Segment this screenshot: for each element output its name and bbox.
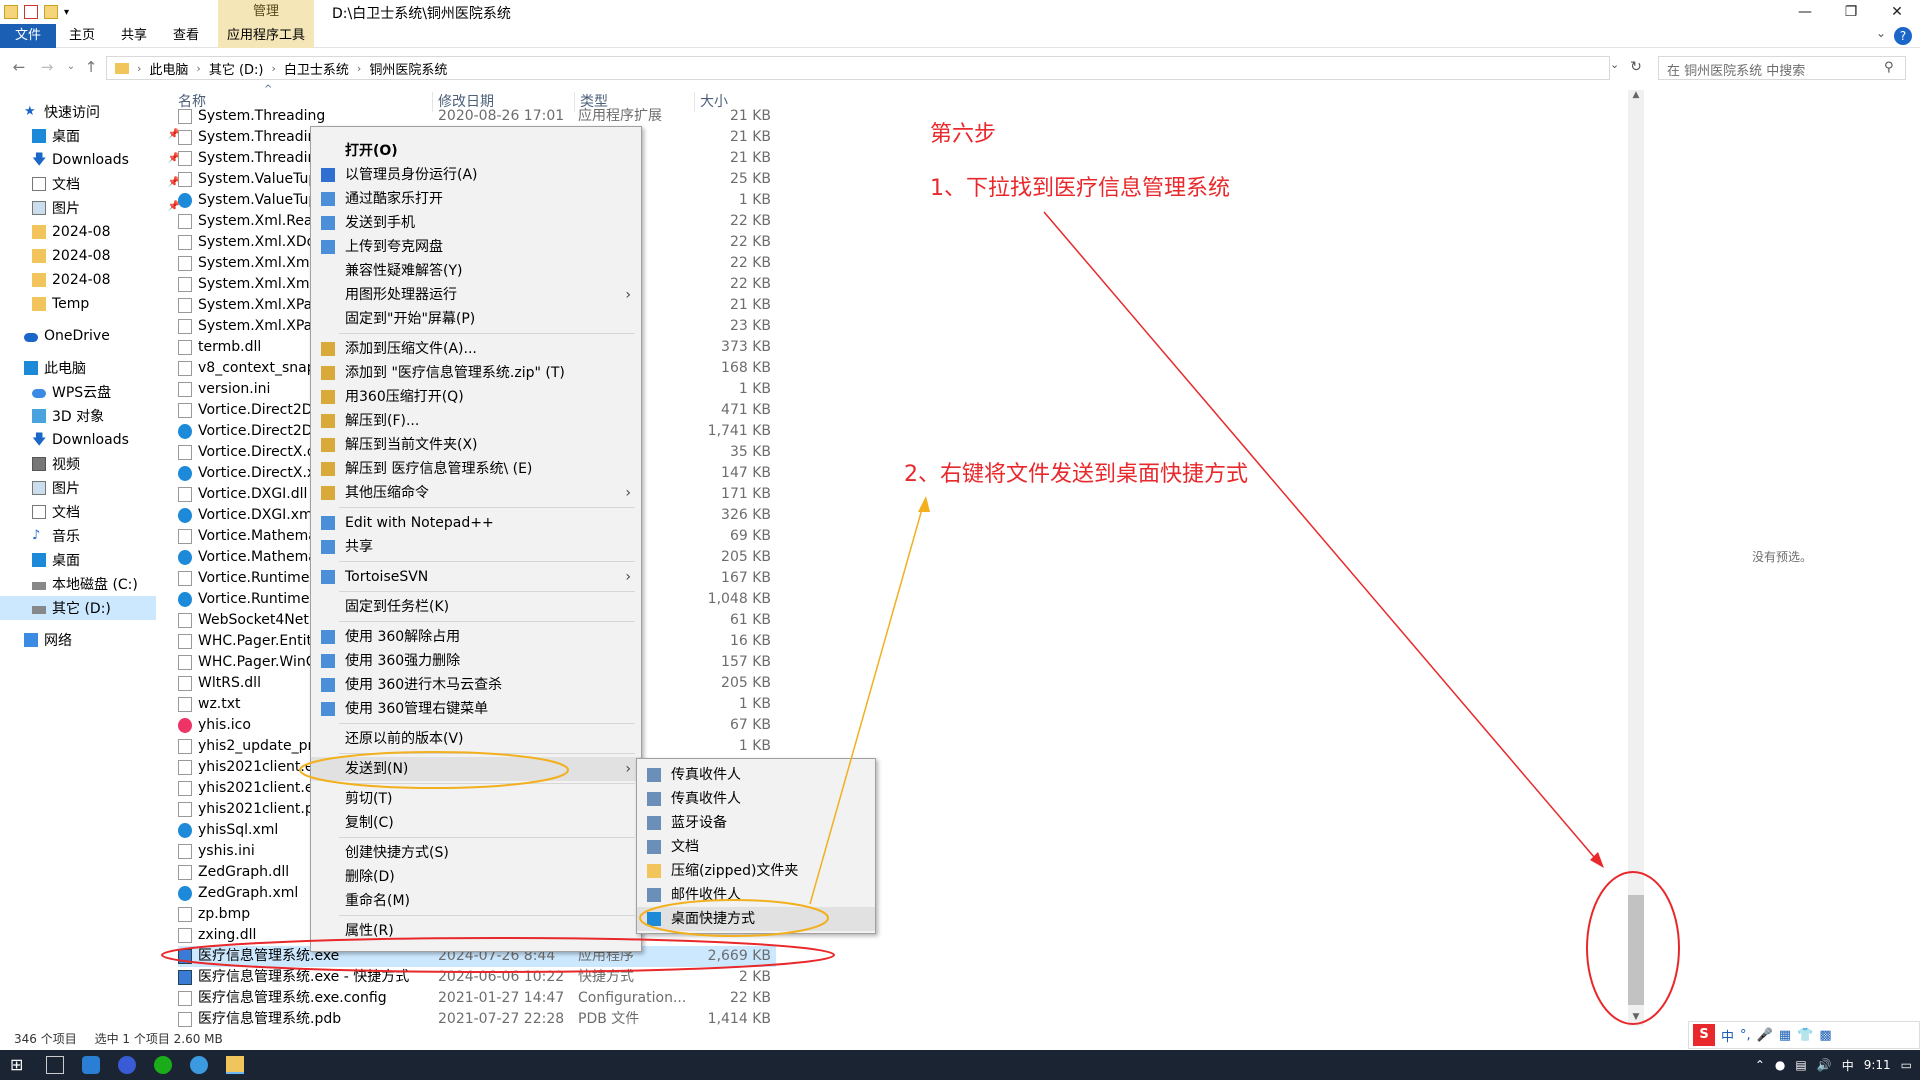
tray-expand-icon[interactable]: ⌃ — [1755, 1058, 1765, 1072]
annotation-arrow-yellow — [809, 501, 925, 905]
sogou-icon[interactable]: S — [1693, 1024, 1715, 1046]
file-explorer-icon[interactable] — [226, 1056, 244, 1074]
clock[interactable]: 9:11 — [1864, 1058, 1891, 1072]
ime-toolbar[interactable]: S 中 °, 🎤 ▦ 👕 ▩ — [1688, 1021, 1920, 1049]
volume-icon[interactable]: 🔊 — [1817, 1058, 1832, 1072]
keyboard-icon[interactable]: ▦ — [1779, 1028, 1791, 1043]
item-count: 346 个项目 — [14, 1032, 77, 1046]
task-view-icon[interactable] — [46, 1056, 64, 1074]
ime-tray[interactable]: 中 — [1842, 1057, 1854, 1074]
annotation-overlay — [161, 211, 1680, 1025]
grid-icon[interactable]: ▩ — [1819, 1028, 1831, 1043]
windows-start-icon[interactable]: ⊞ — [10, 1056, 28, 1074]
status-bar: 346 个项目 选中 1 个项目 2.60 MB — [14, 1030, 223, 1047]
search-app-icon[interactable] — [190, 1056, 208, 1074]
annotation-circle-file — [161, 937, 835, 973]
network-icon[interactable]: ▤ — [1795, 1058, 1806, 1072]
wechat-icon[interactable] — [154, 1056, 172, 1074]
ime-mode[interactable]: 中 — [1721, 1026, 1734, 1045]
app-icon[interactable] — [118, 1056, 136, 1074]
taskbar: ⊞ ⌃ ● ▤ 🔊 中 9:11 ▭ — [0, 1050, 1920, 1080]
skin-icon[interactable]: 👕 — [1797, 1028, 1813, 1043]
selection-info: 选中 1 个项目 2.60 MB — [94, 1032, 223, 1046]
arrow-head-icon — [918, 496, 930, 512]
system-tray: ⌃ ● ▤ 🔊 中 9:11 ▭ — [1755, 1050, 1912, 1080]
browser-icon[interactable] — [82, 1056, 100, 1074]
microphone-icon[interactable]: 🎤 — [1757, 1028, 1773, 1043]
annotation-circle-scrollbar — [1586, 871, 1680, 1025]
punctuation-icon[interactable]: °, — [1740, 1028, 1751, 1043]
annotation-circle-desktop-shortcut — [639, 899, 829, 937]
annotation-arrow-red — [1043, 211, 1601, 865]
wechat-tray-icon[interactable]: ● — [1775, 1058, 1785, 1072]
annotation-circle-sendto — [299, 751, 569, 789]
notification-icon[interactable]: ▭ — [1901, 1058, 1912, 1072]
